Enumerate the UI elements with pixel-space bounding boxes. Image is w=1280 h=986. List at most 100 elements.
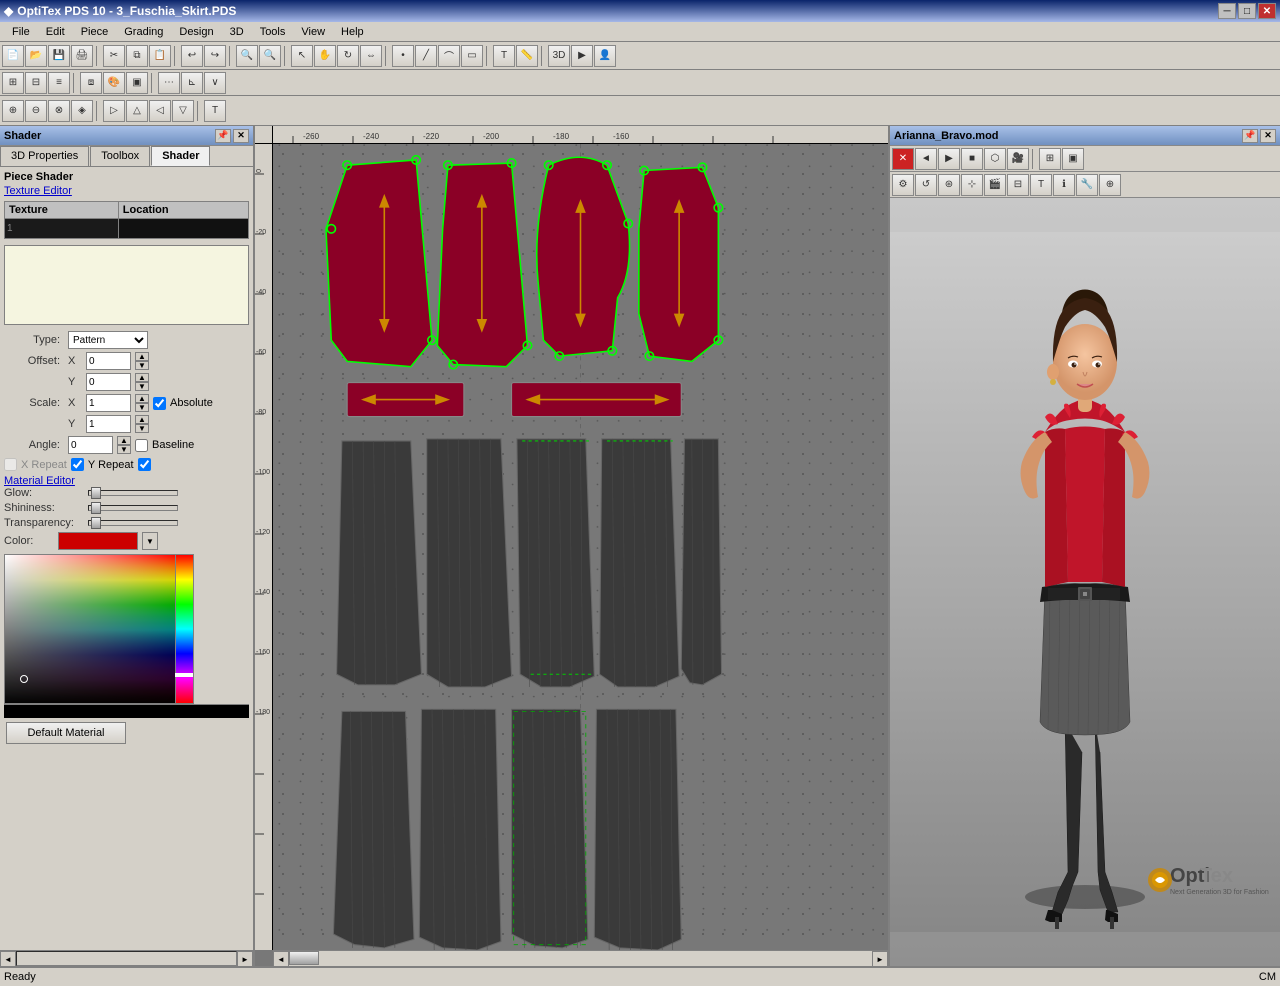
menu-file[interactable]: File xyxy=(4,24,38,40)
r-tb-prev[interactable]: ◄ xyxy=(915,148,937,170)
3d-btn[interactable]: 3D xyxy=(548,45,570,67)
save-btn[interactable]: 💾 xyxy=(48,45,70,67)
r-tb-stop[interactable]: ■ xyxy=(961,148,983,170)
offset-x-spin[interactable]: ▲ ▼ xyxy=(135,352,149,370)
offset-x-input[interactable] xyxy=(86,352,131,370)
panel-header-buttons[interactable]: 📌 ✕ xyxy=(215,129,249,143)
menu-view[interactable]: View xyxy=(293,24,333,40)
r-tb2-4[interactable]: ⊹ xyxy=(961,174,983,196)
absolute-checkbox[interactable] xyxy=(153,397,166,410)
angle-down[interactable]: ▼ xyxy=(117,445,131,454)
undo-btn[interactable]: ↩ xyxy=(181,45,203,67)
tb3-7[interactable]: ◁ xyxy=(149,100,171,122)
paste-btn[interactable]: 📋 xyxy=(149,45,171,67)
menu-piece[interactable]: Piece xyxy=(73,24,117,40)
pattern-piece-skirt1[interactable] xyxy=(337,441,422,685)
angle-spin[interactable]: ▲ ▼ xyxy=(117,436,131,454)
rect-btn[interactable]: ▭ xyxy=(461,45,483,67)
angle-input[interactable] xyxy=(68,436,113,454)
r-tb2-1[interactable]: ⚙ xyxy=(892,174,914,196)
new-btn[interactable]: 📄 xyxy=(2,45,24,67)
hue-marker[interactable] xyxy=(175,673,193,677)
tb3-4[interactable]: ◈ xyxy=(71,100,93,122)
select-btn[interactable]: ↖ xyxy=(291,45,313,67)
scale-y-spin[interactable]: ▲ ▼ xyxy=(135,415,149,433)
canvas-area[interactable]: -260 -240 -220 -200 -180 -160 xyxy=(255,126,890,966)
model-view[interactable]: Opti Tex Next Generation 3D for Fashion xyxy=(890,198,1280,966)
scroll-left-arrow[interactable]: ◄ xyxy=(0,951,16,967)
shininess-thumb[interactable] xyxy=(91,502,101,514)
panel-scrollbar[interactable]: ◄ ► xyxy=(0,950,253,966)
scale-x-down[interactable]: ▼ xyxy=(135,403,149,412)
baseline-checkbox[interactable] xyxy=(135,439,148,452)
color-swatch[interactable] xyxy=(58,532,138,550)
r-tb2-9[interactable]: 🔧 xyxy=(1076,174,1098,196)
r-tb2-10[interactable]: ⊕ xyxy=(1099,174,1121,196)
r-tb-cam[interactable]: 🎥 xyxy=(1007,148,1029,170)
zoom-in-btn[interactable]: 🔍 xyxy=(236,45,258,67)
curve-btn[interactable]: ⌒ xyxy=(438,45,460,67)
tab-toolbox[interactable]: Toolbox xyxy=(90,146,150,166)
tb3-6[interactable]: △ xyxy=(126,100,148,122)
scale-x-input[interactable] xyxy=(86,394,131,412)
shader-tabs[interactable]: 3D Properties Toolbox Shader xyxy=(0,146,253,167)
pattern-piece-skirt5[interactable] xyxy=(681,439,721,685)
text-btn[interactable]: T xyxy=(493,45,515,67)
scale-y-up[interactable]: ▲ xyxy=(135,415,149,424)
tb3-9[interactable]: T xyxy=(204,100,226,122)
canvas-h-scrollbar[interactable]: ◄ ► xyxy=(273,950,888,966)
maximize-button[interactable]: □ xyxy=(1238,3,1256,19)
material-editor-link[interactable]: Material Editor xyxy=(4,475,75,487)
titlebar-controls[interactable]: ─ □ ✕ xyxy=(1218,3,1276,19)
offset-y-spin[interactable]: ▲ ▼ xyxy=(135,373,149,391)
right-panel-close[interactable]: ✕ xyxy=(1260,129,1276,143)
point-btn[interactable]: • xyxy=(392,45,414,67)
minimize-button[interactable]: ─ xyxy=(1218,3,1236,19)
scroll-right-arrow[interactable]: ► xyxy=(237,951,253,967)
pattern-piece-skirt6[interactable] xyxy=(333,711,414,947)
tb3-1[interactable]: ⊕ xyxy=(2,100,24,122)
scale-y-input[interactable] xyxy=(86,415,131,433)
offset-y-input[interactable] xyxy=(86,373,131,391)
redo-btn[interactable]: ↪ xyxy=(204,45,226,67)
texture-editor-link[interactable]: Texture Editor xyxy=(4,185,249,197)
glow-thumb[interactable] xyxy=(91,487,101,499)
layer-btn[interactable]: ⧈ xyxy=(80,72,102,94)
right-panel-header-buttons[interactable]: 📌 ✕ xyxy=(1242,129,1276,143)
transparency-slider[interactable] xyxy=(88,520,178,526)
glow-slider[interactable] xyxy=(88,490,178,496)
pattern-piece-skirt2[interactable] xyxy=(427,439,512,687)
canvas-scroll-right[interactable]: ► xyxy=(872,951,888,966)
panel-h-scroll[interactable] xyxy=(16,951,237,966)
tab-shader[interactable]: Shader xyxy=(151,146,210,166)
canvas-scroll-left[interactable]: ◄ xyxy=(273,951,289,966)
seam-btn[interactable]: ⊾ xyxy=(181,72,203,94)
y-repeat-checkbox[interactable] xyxy=(71,458,84,471)
offset-y-up[interactable]: ▲ xyxy=(135,373,149,382)
measure-btn[interactable]: 📏 xyxy=(516,45,538,67)
line-btn[interactable]: ╱ xyxy=(415,45,437,67)
avatar-btn[interactable]: 👤 xyxy=(594,45,616,67)
shininess-slider[interactable] xyxy=(88,505,178,511)
hue-bar[interactable] xyxy=(175,555,193,703)
r-tb2-6[interactable]: ⊟ xyxy=(1007,174,1029,196)
canvas-content[interactable] xyxy=(273,144,888,950)
pattern-piece-skirt7[interactable] xyxy=(419,709,501,950)
tb3-2[interactable]: ⊖ xyxy=(25,100,47,122)
move-btn[interactable]: ✋ xyxy=(314,45,336,67)
copy-btn[interactable]: ⧉ xyxy=(126,45,148,67)
angle-up[interactable]: ▲ xyxy=(117,436,131,445)
canvas-scroll-thumb[interactable] xyxy=(289,951,319,965)
menu-grading[interactable]: Grading xyxy=(116,24,171,40)
r-tb-solid[interactable]: ▣ xyxy=(1062,148,1084,170)
default-material-button[interactable]: Default Material xyxy=(6,722,126,744)
offset-y-down[interactable]: ▼ xyxy=(135,382,149,391)
print-btn[interactable]: 🖨 xyxy=(71,45,93,67)
scale-y-down[interactable]: ▼ xyxy=(135,424,149,433)
menu-design[interactable]: Design xyxy=(171,24,221,40)
snap-btn[interactable]: ⊟ xyxy=(25,72,47,94)
r-tb-close[interactable]: ✕ xyxy=(892,148,914,170)
transparency-thumb[interactable] xyxy=(91,517,101,529)
menu-3d[interactable]: 3D xyxy=(222,24,252,40)
tab-3d-properties[interactable]: 3D Properties xyxy=(0,146,89,166)
